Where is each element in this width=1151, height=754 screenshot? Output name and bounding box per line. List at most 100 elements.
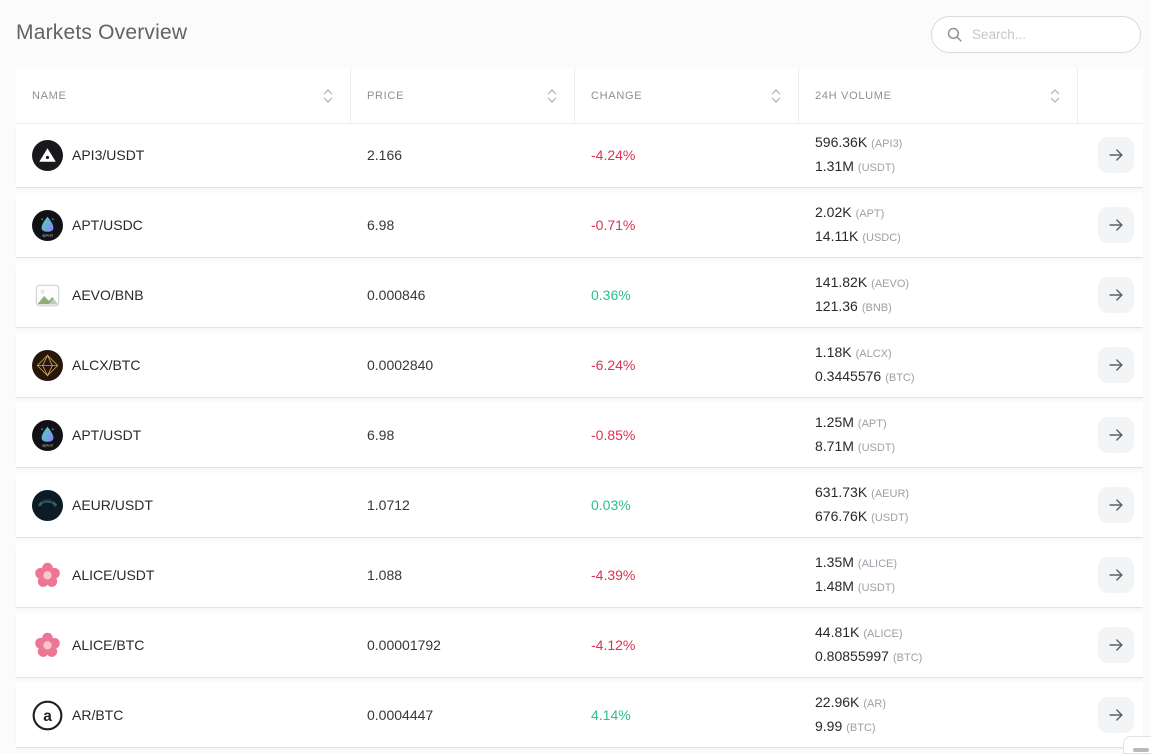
price-cell: 0.0004447 (351, 707, 575, 723)
open-market-button[interactable] (1098, 417, 1134, 453)
market-name-cell[interactable]: a AR/BTC (16, 700, 351, 731)
action-cell (1078, 347, 1143, 383)
market-name-cell[interactable]: apricot APT/USDC (16, 210, 351, 241)
table-body: API3/USDT 2.166 -4.24% 596.36K(API3) 1.3… (16, 123, 1143, 747)
search-icon (946, 26, 963, 43)
price-value: 6.98 (367, 427, 394, 443)
change-cell: 4.14% (575, 707, 799, 723)
volume-quote-unit: (USDT) (871, 512, 908, 524)
column-header-24h-volume[interactable]: 24H VOLUME (799, 68, 1078, 123)
volume-base-value: 141.82K (815, 274, 867, 290)
volume-quote-value: 0.3445576 (815, 368, 881, 384)
price-value: 1.0712 (367, 497, 410, 513)
market-name-cell[interactable]: apricot APT/USDT (16, 420, 351, 451)
arrow-right-icon (1106, 635, 1126, 655)
table-row: a AR/BTC 0.0004447 4.14% 22.96K(AR) 9.99… (16, 683, 1143, 747)
volume-quote-unit: (USDT) (858, 442, 895, 454)
sort-icon[interactable] (322, 88, 334, 104)
table-row: ALCX/BTC 0.0002840 -6.24% 1.18K(ALCX) 0.… (16, 333, 1143, 397)
pair-label: APT/USDT (72, 427, 141, 443)
volume-quote-value: 1.48M (815, 578, 854, 594)
table-row: API3/USDT 2.166 -4.24% 596.36K(API3) 1.3… (16, 123, 1143, 187)
open-market-button[interactable] (1098, 347, 1134, 383)
sort-icon[interactable] (546, 88, 558, 104)
volume-base-value: 2.02K (815, 204, 852, 220)
markets-table: NAME PRICE CHANGE 24H VOLUME API3/USDT 2.16… (16, 68, 1143, 753)
price-value: 1.088 (367, 567, 402, 583)
action-cell (1078, 417, 1143, 453)
change-value: 4.14% (591, 707, 631, 723)
market-name-cell[interactable]: AEVO/BNB (16, 280, 351, 311)
volume-quote-value: 121.36 (815, 298, 858, 314)
volume-quote-unit: (USDT) (858, 582, 895, 594)
table-row: ALICE/USDT 1.088 -4.39% 1.35M(ALICE) 1.4… (16, 543, 1143, 607)
market-name-cell[interactable]: ALICE/USDT (16, 560, 351, 591)
alice-flower-icon (32, 560, 63, 591)
svg-text:a: a (43, 707, 52, 724)
price-cell: 0.000846 (351, 287, 575, 303)
volume-base-unit: (APT) (856, 208, 885, 220)
open-market-button[interactable] (1098, 487, 1134, 523)
volume-base-unit: (AR) (863, 698, 886, 710)
volume-base-value: 1.25M (815, 414, 854, 430)
arrow-right-icon (1106, 215, 1126, 235)
market-name-cell[interactable]: ALICE/BTC (16, 630, 351, 661)
missing-image-icon (32, 280, 63, 311)
volume-base-unit: (AEVO) (871, 278, 909, 290)
change-cell: 0.03% (575, 497, 799, 513)
column-header-name[interactable]: NAME (16, 68, 351, 123)
volume-base-value: 1.35M (815, 554, 854, 570)
open-market-button[interactable] (1098, 627, 1134, 663)
open-market-button[interactable] (1098, 207, 1134, 243)
change-value: -4.39% (591, 567, 635, 583)
volume-base-unit: (ALCX) (856, 348, 892, 360)
market-name-cell[interactable]: ALCX/BTC (16, 350, 351, 381)
volume-quote-value: 676.76K (815, 508, 867, 524)
volume-quote-unit: (BTC) (885, 372, 914, 384)
api3-logo-icon (32, 140, 63, 171)
column-header-label: NAME (32, 90, 67, 102)
open-market-button[interactable] (1098, 697, 1134, 733)
price-cell: 6.98 (351, 427, 575, 443)
action-cell (1078, 137, 1143, 173)
alcx-logo-icon (32, 350, 63, 381)
volume-base-value: 631.73K (815, 484, 867, 500)
column-header-change[interactable]: CHANGE (575, 68, 799, 123)
change-cell: 0.36% (575, 287, 799, 303)
volume-base-value: 1.18K (815, 344, 852, 360)
action-cell (1078, 207, 1143, 243)
sort-icon[interactable] (770, 88, 782, 104)
column-header-price[interactable]: PRICE (351, 68, 575, 123)
change-value: -0.85% (591, 427, 635, 443)
search-input[interactable] (972, 27, 1149, 42)
volume-cell: 2.02K(APT) 14.11K(USDC) (799, 201, 1078, 249)
price-value: 6.98 (367, 217, 394, 233)
volume-base-value: 596.36K (815, 134, 867, 150)
arrow-right-icon (1106, 495, 1126, 515)
volume-base-unit: (APT) (858, 418, 887, 430)
change-cell: -0.85% (575, 427, 799, 443)
search-box[interactable] (931, 16, 1141, 53)
open-market-button[interactable] (1098, 277, 1134, 313)
column-header-actions (1078, 68, 1143, 123)
volume-quote-unit: (USDT) (858, 162, 895, 174)
price-value: 0.0002840 (367, 357, 433, 373)
open-market-button[interactable] (1098, 137, 1134, 173)
change-value: 0.03% (591, 497, 631, 513)
aeur-logo-icon (32, 490, 63, 521)
price-cell: 1.0712 (351, 497, 575, 513)
open-market-button[interactable] (1098, 557, 1134, 593)
arrow-right-icon (1106, 705, 1126, 725)
change-cell: -0.71% (575, 217, 799, 233)
volume-cell: 141.82K(AEVO) 121.36(BNB) (799, 271, 1078, 319)
volume-cell: 1.18K (ALCX) 0.3445576 (BTC) (799, 341, 1078, 389)
volume-quote-unit: (USDC) (862, 232, 901, 244)
market-name-cell[interactable]: API3/USDT (16, 140, 351, 171)
action-cell (1078, 487, 1143, 523)
column-header-label: CHANGE (591, 90, 642, 102)
market-name-cell[interactable]: AEUR/USDT (16, 490, 351, 521)
table-row: apricot APT/USDC 6.98 -0.71% 2.02K(APT) … (16, 193, 1143, 257)
price-value: 2.166 (367, 147, 402, 163)
pair-label: APT/USDC (72, 217, 143, 233)
sort-icon[interactable] (1049, 88, 1061, 104)
